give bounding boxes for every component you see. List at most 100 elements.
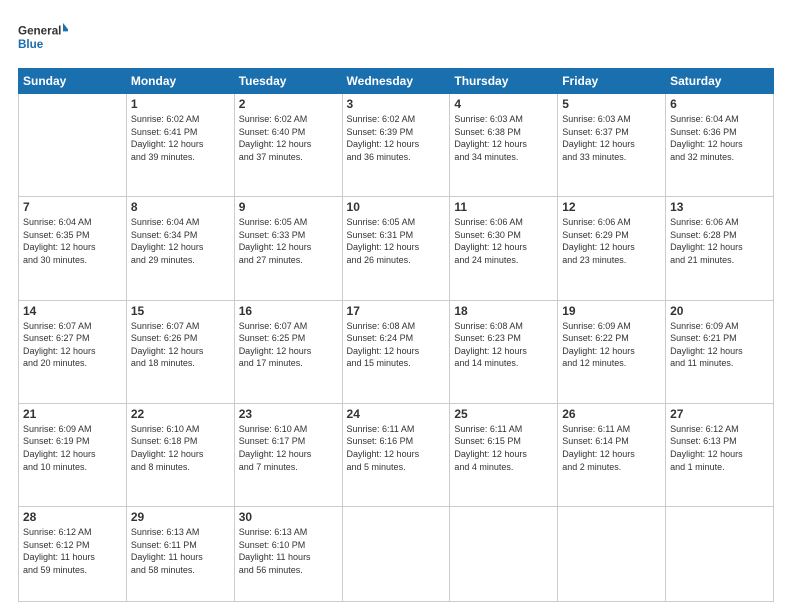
day-info: Sunrise: 6:04 AM Sunset: 6:35 PM Dayligh… — [23, 216, 122, 266]
calendar-cell: 5 Sunrise: 6:03 AM Sunset: 6:37 PM Daylig… — [558, 94, 666, 197]
calendar-cell: 18 Sunrise: 6:08 AM Sunset: 6:23 PM Dayli… — [450, 300, 558, 403]
calendar-cell: 27 Sunrise: 6:12 AM Sunset: 6:13 PM Dayli… — [666, 403, 774, 506]
svg-text:General: General — [18, 25, 61, 38]
day-number: 27 — [670, 407, 769, 421]
weekday-header: Friday — [558, 69, 666, 94]
calendar-cell: 2 Sunrise: 6:02 AM Sunset: 6:40 PM Daylig… — [234, 94, 342, 197]
calendar-cell: 20 Sunrise: 6:09 AM Sunset: 6:21 PM Dayli… — [666, 300, 774, 403]
day-number: 4 — [454, 97, 553, 111]
day-info: Sunrise: 6:07 AM Sunset: 6:27 PM Dayligh… — [23, 320, 122, 370]
day-number: 2 — [239, 97, 338, 111]
calendar-week-row: 21 Sunrise: 6:09 AM Sunset: 6:19 PM Dayli… — [19, 403, 774, 506]
calendar-cell: 14Sunrise: 6:07 AM Sunset: 6:27 PM Dayli… — [19, 300, 127, 403]
calendar-cell — [19, 94, 127, 197]
calendar-cell: 17 Sunrise: 6:08 AM Sunset: 6:24 PM Dayli… — [342, 300, 450, 403]
day-number: 3 — [347, 97, 446, 111]
day-info: Sunrise: 6:10 AM Sunset: 6:18 PM Dayligh… — [131, 423, 230, 473]
day-number: 12 — [562, 200, 661, 214]
day-number: 18 — [454, 304, 553, 318]
day-number: 8 — [131, 200, 230, 214]
calendar-cell: 9 Sunrise: 6:05 AM Sunset: 6:33 PM Daylig… — [234, 197, 342, 300]
day-info: Sunrise: 6:09 AM Sunset: 6:21 PM Dayligh… — [670, 320, 769, 370]
calendar-cell — [342, 507, 450, 602]
calendar-cell: 11 Sunrise: 6:06 AM Sunset: 6:30 PM Dayli… — [450, 197, 558, 300]
day-info: Sunrise: 6:03 AM Sunset: 6:37 PM Dayligh… — [562, 113, 661, 163]
calendar-cell — [450, 507, 558, 602]
day-info: Sunrise: 6:07 AM Sunset: 6:25 PM Dayligh… — [239, 320, 338, 370]
day-number: 1 — [131, 97, 230, 111]
calendar-cell: 15Sunrise: 6:07 AM Sunset: 6:26 PM Dayli… — [126, 300, 234, 403]
day-number: 5 — [562, 97, 661, 111]
day-info: Sunrise: 6:06 AM Sunset: 6:30 PM Dayligh… — [454, 216, 553, 266]
day-number: 17 — [347, 304, 446, 318]
calendar-cell: 1 Sunrise: 6:02 AM Sunset: 6:41 PM Daylig… — [126, 94, 234, 197]
day-info: Sunrise: 6:08 AM Sunset: 6:24 PM Dayligh… — [347, 320, 446, 370]
day-number: 21 — [23, 407, 122, 421]
day-number: 25 — [454, 407, 553, 421]
calendar-cell: 23Sunrise: 6:10 AM Sunset: 6:17 PM Dayli… — [234, 403, 342, 506]
day-number: 29 — [131, 510, 230, 524]
day-number: 16 — [239, 304, 338, 318]
day-info: Sunrise: 6:04 AM Sunset: 6:34 PM Dayligh… — [131, 216, 230, 266]
day-number: 26 — [562, 407, 661, 421]
day-info: Sunrise: 6:03 AM Sunset: 6:38 PM Dayligh… — [454, 113, 553, 163]
weekday-header: Sunday — [19, 69, 127, 94]
calendar-cell: 30 Sunrise: 6:13 AM Sunset: 6:10 PM Dayli… — [234, 507, 342, 602]
calendar-cell: 21 Sunrise: 6:09 AM Sunset: 6:19 PM Dayli… — [19, 403, 127, 506]
calendar-cell: 22Sunrise: 6:10 AM Sunset: 6:18 PM Dayli… — [126, 403, 234, 506]
day-info: Sunrise: 6:02 AM Sunset: 6:41 PM Dayligh… — [131, 113, 230, 163]
day-number: 9 — [239, 200, 338, 214]
calendar-cell: 4 Sunrise: 6:03 AM Sunset: 6:38 PM Daylig… — [450, 94, 558, 197]
day-info: Sunrise: 6:06 AM Sunset: 6:28 PM Dayligh… — [670, 216, 769, 266]
calendar-cell: 19 Sunrise: 6:09 AM Sunset: 6:22 PM Dayli… — [558, 300, 666, 403]
day-info: Sunrise: 6:02 AM Sunset: 6:40 PM Dayligh… — [239, 113, 338, 163]
day-number: 19 — [562, 304, 661, 318]
day-number: 7 — [23, 200, 122, 214]
calendar-cell: 29 Sunrise: 6:13 AM Sunset: 6:11 PM Dayli… — [126, 507, 234, 602]
calendar-cell: 24 Sunrise: 6:11 AM Sunset: 6:16 PM Dayli… — [342, 403, 450, 506]
day-info: Sunrise: 6:11 AM Sunset: 6:16 PM Dayligh… — [347, 423, 446, 473]
day-number: 13 — [670, 200, 769, 214]
calendar-table: SundayMondayTuesdayWednesdayThursdayFrid… — [18, 68, 774, 602]
page: General Blue SundayMondayTuesdayWednesda… — [0, 0, 792, 612]
day-info: Sunrise: 6:13 AM Sunset: 6:10 PM Dayligh… — [239, 526, 338, 576]
calendar-cell: 8 Sunrise: 6:04 AM Sunset: 6:34 PM Daylig… — [126, 197, 234, 300]
calendar-cell: 16 Sunrise: 6:07 AM Sunset: 6:25 PM Dayli… — [234, 300, 342, 403]
day-info: Sunrise: 6:09 AM Sunset: 6:22 PM Dayligh… — [562, 320, 661, 370]
weekday-header: Monday — [126, 69, 234, 94]
day-info: Sunrise: 6:12 AM Sunset: 6:12 PM Dayligh… — [23, 526, 122, 576]
day-number: 30 — [239, 510, 338, 524]
logo-svg: General Blue — [18, 18, 68, 58]
calendar-cell: 6 Sunrise: 6:04 AM Sunset: 6:36 PM Daylig… — [666, 94, 774, 197]
day-info: Sunrise: 6:05 AM Sunset: 6:31 PM Dayligh… — [347, 216, 446, 266]
calendar-week-row: 14Sunrise: 6:07 AM Sunset: 6:27 PM Dayli… — [19, 300, 774, 403]
day-info: Sunrise: 6:09 AM Sunset: 6:19 PM Dayligh… — [23, 423, 122, 473]
calendar-cell: 28Sunrise: 6:12 AM Sunset: 6:12 PM Dayli… — [19, 507, 127, 602]
day-info: Sunrise: 6:11 AM Sunset: 6:15 PM Dayligh… — [454, 423, 553, 473]
calendar-cell — [666, 507, 774, 602]
calendar-week-row: 28Sunrise: 6:12 AM Sunset: 6:12 PM Dayli… — [19, 507, 774, 602]
header: General Blue — [18, 18, 774, 58]
calendar-cell: 25 Sunrise: 6:11 AM Sunset: 6:15 PM Dayli… — [450, 403, 558, 506]
day-info: Sunrise: 6:13 AM Sunset: 6:11 PM Dayligh… — [131, 526, 230, 576]
day-info: Sunrise: 6:10 AM Sunset: 6:17 PM Dayligh… — [239, 423, 338, 473]
calendar-week-row: 7 Sunrise: 6:04 AM Sunset: 6:35 PM Daylig… — [19, 197, 774, 300]
day-info: Sunrise: 6:07 AM Sunset: 6:26 PM Dayligh… — [131, 320, 230, 370]
day-info: Sunrise: 6:05 AM Sunset: 6:33 PM Dayligh… — [239, 216, 338, 266]
weekday-header: Wednesday — [342, 69, 450, 94]
calendar-cell: 10 Sunrise: 6:05 AM Sunset: 6:31 PM Dayli… — [342, 197, 450, 300]
calendar-cell: 26Sunrise: 6:11 AM Sunset: 6:14 PM Dayli… — [558, 403, 666, 506]
day-number: 6 — [670, 97, 769, 111]
day-number: 24 — [347, 407, 446, 421]
calendar-cell: 7 Sunrise: 6:04 AM Sunset: 6:35 PM Daylig… — [19, 197, 127, 300]
weekday-header: Thursday — [450, 69, 558, 94]
calendar-cell: 12Sunrise: 6:06 AM Sunset: 6:29 PM Dayli… — [558, 197, 666, 300]
day-number: 10 — [347, 200, 446, 214]
calendar-cell: 13 Sunrise: 6:06 AM Sunset: 6:28 PM Dayli… — [666, 197, 774, 300]
day-info: Sunrise: 6:04 AM Sunset: 6:36 PM Dayligh… — [670, 113, 769, 163]
day-number: 20 — [670, 304, 769, 318]
calendar-cell — [558, 507, 666, 602]
day-info: Sunrise: 6:08 AM Sunset: 6:23 PM Dayligh… — [454, 320, 553, 370]
day-number: 11 — [454, 200, 553, 214]
day-info: Sunrise: 6:12 AM Sunset: 6:13 PM Dayligh… — [670, 423, 769, 473]
